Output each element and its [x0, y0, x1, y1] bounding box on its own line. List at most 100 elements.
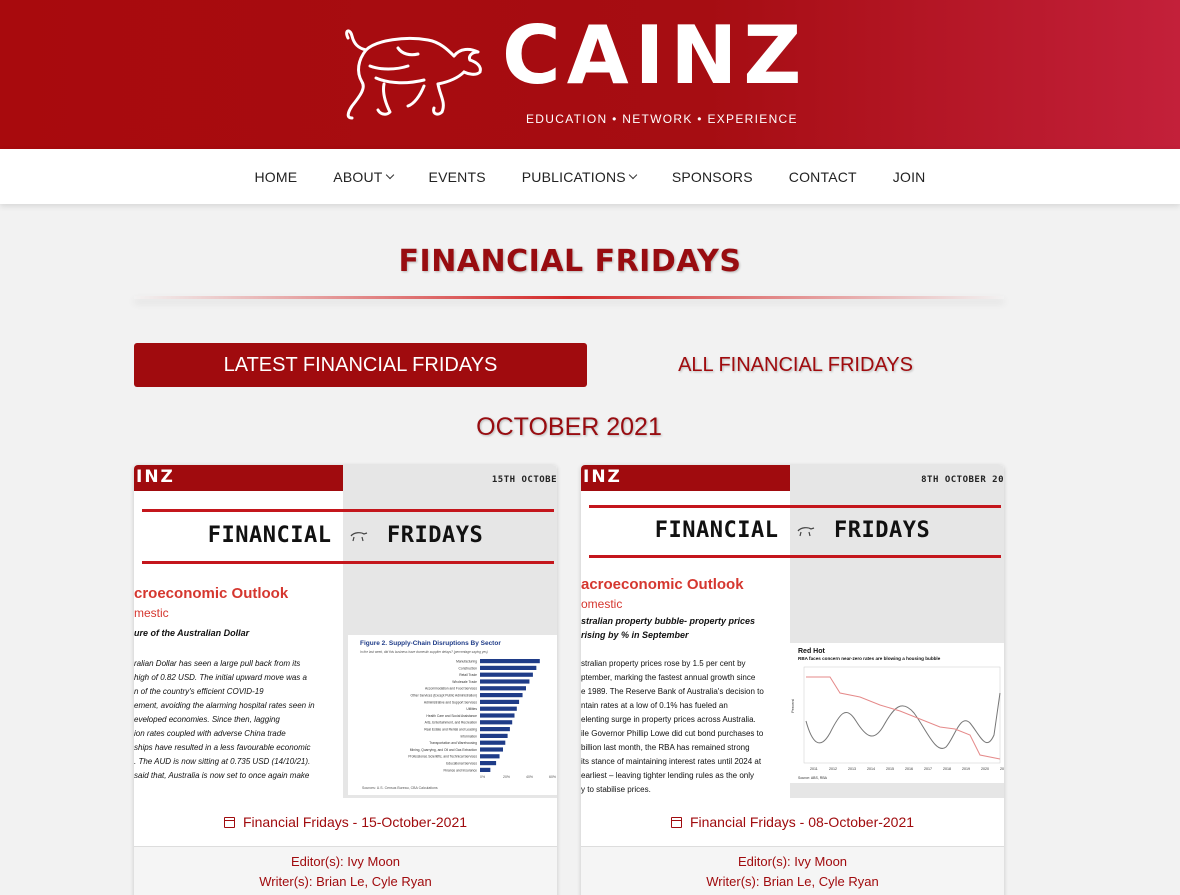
paragraph-line: ntain rates at a low of 0.1% has fueled …: [581, 701, 728, 710]
figure-year-tick: 2012: [829, 767, 837, 771]
publication-credits: Editor(s): Ivy Moon Writer(s): Brian Le,…: [581, 846, 1004, 895]
figure-year-tick: 2013: [848, 767, 856, 771]
figure-category-label: Real Estate and Rental and Leasing: [424, 728, 477, 732]
thumbnail-logo-bar: INZ: [581, 465, 790, 491]
paragraph-line: said that, Australia is now set to once …: [134, 771, 310, 780]
nav-item-sponsors[interactable]: SPONSORS: [672, 169, 753, 185]
publication-title-link[interactable]: Financial Fridays - 15-October-2021: [134, 798, 557, 846]
site-logo[interactable]: CAINZ EDUCATION • NETWORK • EXPERIENCE: [336, 16, 806, 132]
thumbnail-paragraph: ralian Dollar has seen a large pull back…: [134, 657, 330, 783]
paragraph-line: ement, avoiding the alarming hospital ra…: [134, 701, 315, 710]
publication-card[interactable]: INZ 15TH OCTOBE FINANCIAL FRIDAYS croeco…: [134, 465, 557, 895]
figure-category-label: Mining, Quarrying, and Oil and Gas Extra…: [410, 748, 477, 752]
nav-label: SPONSORS: [671, 168, 753, 185]
editors-value: Ivy Moon: [794, 854, 848, 869]
figure-category-label: Utilities: [466, 707, 477, 711]
thumbnail-section: acroeconomic Outlook: [581, 576, 744, 593]
figure-year-tick: 2020: [981, 767, 989, 771]
figure-series-line: [805, 692, 1001, 749]
figure-year-tick: 2011: [810, 767, 818, 771]
paragraph-line: stralian property prices rose by 1.5 per…: [581, 659, 746, 668]
figure-bar: [480, 706, 517, 711]
bull-mini-icon: [350, 532, 368, 542]
nav-item-about[interactable]: ABOUT: [333, 168, 394, 185]
figure-subtitle: RBA faces concern near-zero rates are bl…: [798, 656, 941, 661]
brand-name: CAINZ: [502, 9, 808, 102]
figure-category-label: Construction: [458, 666, 477, 670]
figure-category-label: Other Services (Except Public Administra…: [410, 694, 477, 698]
figure-source: Sources: U.S. Census Bureau, CBA Calcula…: [362, 786, 438, 790]
figure-bar: [480, 713, 515, 718]
writers-label: Writer(s):: [259, 874, 313, 889]
paragraph-line: high of 0.82 USD. The initial upward mov…: [134, 673, 307, 682]
paragraph-line: its stance of maintaining interest rates…: [581, 757, 762, 766]
nav-label: ABOUT: [333, 168, 383, 185]
nav-item-join[interactable]: JOIN: [893, 169, 926, 185]
nav-item-events[interactable]: EVENTS: [429, 169, 486, 185]
publication-thumbnail[interactable]: INZ 8TH OCTOBER 20 FINANCIAL FRIDAYS acr…: [581, 465, 1004, 798]
nav-item-contact[interactable]: CONTACT: [789, 169, 857, 185]
figure-bar: [480, 733, 508, 738]
title-divider: [134, 296, 1004, 299]
paragraph-line: ships have resulted in a less favourable…: [134, 743, 311, 752]
figure-bar: [480, 699, 520, 704]
figure-bar: [480, 761, 497, 766]
publication-title: Financial Fridays - 08-October-2021: [689, 814, 915, 830]
figure-bar: [480, 727, 510, 732]
figure-bar: [480, 720, 513, 725]
publication-title: Financial Fridays - 15-October-2021: [242, 814, 468, 830]
paragraph-line: elenting surge in property prices across…: [581, 715, 756, 724]
nav-item-home[interactable]: HOME: [254, 169, 297, 185]
nav-label: PUBLICATIONS: [521, 168, 626, 185]
paragraph-line: ralian Dollar has seen a large pull back…: [134, 659, 301, 668]
tab-all-financial-fridays[interactable]: ALL FINANCIAL FRIDAYS: [587, 343, 1004, 387]
paragraph-line: ion rates coupled with adverse China tra…: [134, 729, 286, 738]
supply-chain-figure: Figure 2. Supply-Chain Disruptions By Se…: [348, 635, 557, 795]
figure-bar: [480, 672, 533, 677]
nav-label: EVENTS: [428, 168, 486, 185]
publication-card[interactable]: INZ 8TH OCTOBER 20 FINANCIAL FRIDAYS acr…: [581, 465, 1004, 895]
brand-tagline: EDUCATION • NETWORK • EXPERIENCE: [526, 112, 798, 126]
thumbnail-subsection: omestic: [581, 597, 623, 611]
calendar-icon: [223, 816, 235, 828]
figure-bar: [480, 679, 530, 684]
masthead-right: FRIDAYS: [387, 523, 484, 548]
figure-category-label: Information: [461, 734, 478, 738]
thumbnail-rule: [589, 505, 1001, 508]
site-header: CAINZ EDUCATION • NETWORK • EXPERIENCE: [0, 0, 1180, 149]
thumbnail-date: 8TH OCTOBER 20: [921, 475, 1004, 485]
paragraph-line: e 1989. The Reserve Bank of Australia's …: [581, 687, 764, 696]
editors-label: Editor(s):: [290, 854, 344, 869]
figure-bar: [480, 740, 506, 745]
paragraph-line: n of the country's efficient COVID-19: [134, 687, 264, 696]
figure-bar: [480, 659, 540, 664]
paragraph-line: billion last month, the RBA has remained…: [581, 743, 750, 752]
figure-bar: [480, 747, 503, 752]
figure-year-tick: 2018: [943, 767, 951, 771]
paragraph-line: eveloped economies. Since then, lagging: [134, 715, 280, 724]
editors-label: Editor(s):: [737, 854, 791, 869]
publication-title-link[interactable]: Financial Fridays - 08-October-2021: [581, 798, 1004, 846]
paragraph-line: ile Governor Phillip Lowe did cut bond p…: [581, 729, 764, 738]
publication-thumbnail[interactable]: INZ 15TH OCTOBE FINANCIAL FRIDAYS croeco…: [134, 465, 557, 798]
figure-category-label: Administrative and Support Services: [424, 700, 477, 704]
writers-value: Brian Le, Cyle Ryan: [763, 874, 879, 889]
figure-category-label: Arts, Entertainment, and Recreation: [425, 721, 478, 725]
figure-category-label: Educational Services: [446, 762, 477, 766]
bull-mini-icon: [797, 527, 815, 537]
figure-year-tick: 2016: [905, 767, 913, 771]
figure-category-label: Accommodation and Food Services: [425, 687, 477, 691]
editors-value: Ivy Moon: [347, 854, 401, 869]
chevron-down-icon: [385, 170, 394, 179]
writers-value: Brian Le, Cyle Ryan: [316, 874, 432, 889]
tab-latest-financial-fridays[interactable]: LATEST FINANCIAL FRIDAYS: [134, 343, 587, 387]
figure-axis-tick: 0%: [480, 775, 485, 779]
paragraph-line: earliest – leaving tighter lending rules…: [581, 771, 754, 780]
writers-line: Writer(s): Brian Le, Cyle Ryan: [581, 872, 1004, 892]
figure-category-label: Health Care and Social Assistance: [426, 714, 477, 718]
month-heading: OCTOBER 2021: [476, 413, 662, 441]
chevron-down-icon: [628, 170, 638, 179]
writers-line: Writer(s): Brian Le, Cyle Ryan: [134, 872, 557, 892]
paragraph-line: . The AUD is now sitting at 0.735 USD (1…: [134, 757, 311, 766]
nav-item-publications[interactable]: PUBLICATIONS: [521, 168, 638, 185]
